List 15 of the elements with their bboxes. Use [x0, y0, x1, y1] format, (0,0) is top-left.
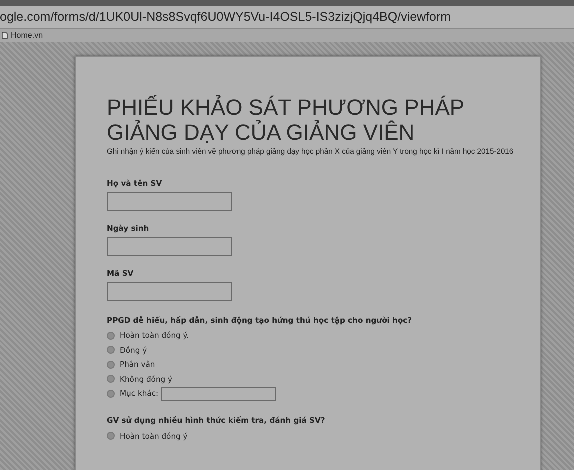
other-field[interactable]: [160, 386, 276, 401]
text-field[interactable]: [107, 192, 232, 210]
form-title: PHIẾU KHẢO SÁT PHƯƠNG PHÁP GIẢNG DẠY CỦA GIẢNG VIÊN: [107, 95, 466, 145]
radio-button[interactable]: [107, 332, 115, 340]
radio-button[interactable]: [107, 375, 115, 384]
radio-button[interactable]: [107, 390, 115, 398]
text-field[interactable]: [107, 236, 232, 256]
url-text: ogle.com/forms/d/1UK0Ul-N8s8Svqf6U0WY5Vu-I4OSL5-IS3zizjQjq4BQ/viewform: [0, 10, 452, 24]
page-icon: [2, 32, 8, 39]
radio-button[interactable]: [107, 346, 115, 354]
address-bar[interactable]: ogle.com/forms/d/1UK0Ul-N8s8Svqf6U0WY5Vu-I4OSL5-IS3zizjQjq4BQ/viewform: [0, 6, 574, 29]
radio-button[interactable]: [107, 360, 115, 369]
radio-button[interactable]: [107, 432, 115, 440]
bookmark-link[interactable]: Home.vn: [2, 31, 44, 40]
text-field[interactable]: [107, 282, 232, 300]
